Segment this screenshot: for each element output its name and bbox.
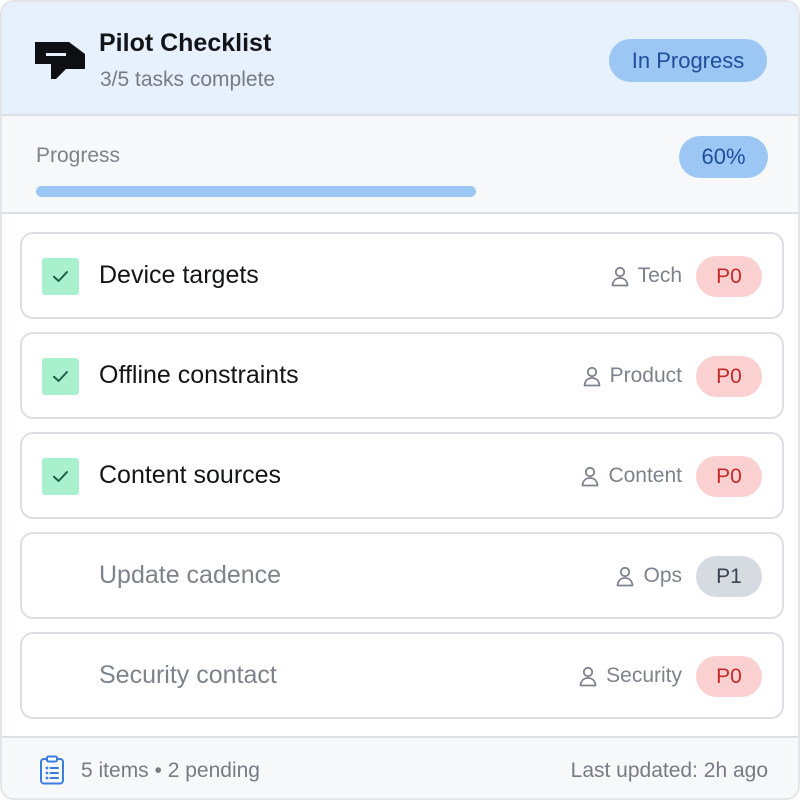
priority-badge: P1 — [696, 556, 762, 597]
task-checkbox[interactable] — [42, 558, 79, 595]
task-owner-label: Content — [608, 464, 682, 487]
check-icon — [53, 471, 68, 482]
task-checkbox[interactable] — [42, 658, 79, 695]
task-checkbox[interactable] — [42, 458, 79, 495]
person-icon — [617, 566, 634, 587]
task-row[interactable]: Update cadence Ops P1 — [20, 532, 784, 619]
task-title: Offline constraints — [99, 361, 299, 389]
task-title: Content sources — [99, 461, 282, 489]
page-title: Pilot Checklist — [99, 29, 272, 57]
task-owner: Product — [582, 362, 682, 390]
task-owner-label: Security — [606, 664, 682, 687]
progress-section: Progress 60% — [2, 116, 798, 214]
progress-bar-fill — [36, 186, 476, 197]
last-updated-text: Last updated: 2h ago — [570, 759, 768, 782]
check-icon — [53, 371, 68, 382]
person-icon — [579, 666, 597, 687]
progress-bar — [36, 186, 769, 197]
task-checkbox[interactable] — [42, 358, 79, 395]
card-footer: 5 items • 2 pending Last updated: 2h ago — [2, 736, 798, 798]
card-header: Pilot Checklist 3/5 tasks complete In Pr… — [2, 2, 798, 116]
brand-logo-icon — [35, 42, 85, 79]
task-owner: Tech — [610, 262, 682, 290]
checklist-card: Pilot Checklist 3/5 tasks complete In Pr… — [0, 0, 800, 800]
task-title: Device targets — [99, 261, 259, 289]
task-owner-label: Ops — [643, 564, 682, 587]
person-icon — [611, 266, 629, 287]
priority-badge: P0 — [696, 456, 762, 497]
task-row[interactable]: Security contact Security P0 — [20, 632, 784, 719]
task-owner-label: Product — [609, 364, 682, 387]
priority-badge: P0 — [696, 256, 762, 297]
task-row[interactable]: Content sources Content P0 — [20, 432, 784, 519]
task-owner: Ops — [615, 562, 682, 590]
priority-badge: P0 — [696, 656, 762, 697]
status-badge: In Progress — [609, 39, 767, 82]
task-count-subtitle: 3/5 tasks complete — [100, 68, 276, 91]
task-owner-label: Tech — [637, 264, 682, 287]
task-row[interactable]: Offline constraints Product P0 — [20, 332, 784, 419]
task-title: Security contact — [99, 661, 277, 689]
check-icon — [53, 271, 68, 282]
person-icon — [582, 466, 599, 487]
priority-badge: P0 — [696, 356, 762, 397]
progress-percent-badge: 60% — [679, 136, 768, 178]
task-row[interactable]: Device targets Tech P0 — [20, 232, 784, 319]
person-icon — [583, 366, 601, 387]
task-title: Update cadence — [99, 561, 282, 589]
progress-label: Progress — [36, 144, 121, 167]
clipboard-list-icon — [40, 755, 64, 785]
task-checkbox[interactable] — [42, 258, 79, 295]
task-owner: Security — [578, 662, 682, 690]
task-owner: Content — [580, 462, 682, 490]
items-summary: 5 items • 2 pending — [81, 759, 260, 782]
